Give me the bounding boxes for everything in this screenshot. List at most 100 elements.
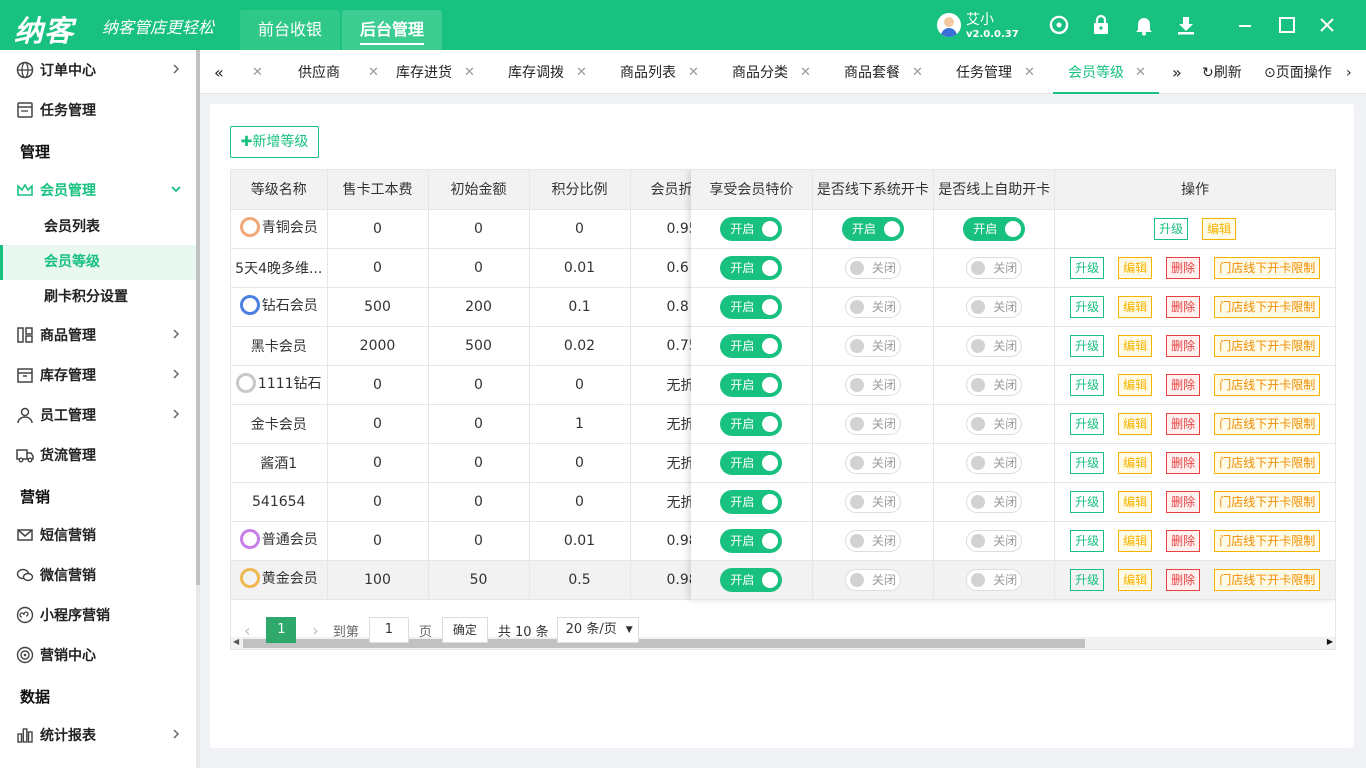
edit-button[interactable]: 编辑: [1118, 256, 1153, 279]
col-member-special[interactable]: 享受会员特价: [691, 170, 813, 210]
sidebar-item-sms-marketing[interactable]: 短信营销: [0, 515, 196, 555]
sidebar-item-order-center[interactable]: 订单中心: [0, 50, 196, 90]
offline-limit-button[interactable]: 门店线下开卡限制: [1214, 568, 1321, 591]
toggle-offline-open[interactable]: 关闭: [844, 295, 901, 318]
sidebar-item-member-management[interactable]: 会员管理: [0, 170, 196, 210]
toggle-member-special[interactable]: 开启: [720, 333, 783, 358]
upgrade-button[interactable]: 升级: [1070, 334, 1105, 357]
sidebar-item-miniprogram-marketing[interactable]: 小程序营销: [0, 595, 196, 635]
delete-button[interactable]: 删除: [1166, 490, 1201, 513]
toggle-member-special[interactable]: 开启: [720, 489, 783, 514]
prev-page-button[interactable]: ‹: [244, 621, 250, 640]
tab-goods-package[interactable]: 商品套餐 ✕: [844, 50, 948, 94]
offline-limit-button[interactable]: 门店线下开卡限制: [1214, 529, 1321, 552]
edit-button[interactable]: 编辑: [1202, 217, 1237, 240]
edit-button[interactable]: 编辑: [1118, 529, 1153, 552]
user-avatar[interactable]: [937, 13, 961, 37]
tab-task-management[interactable]: 任务管理 ✕: [956, 50, 1060, 94]
upgrade-button[interactable]: 升级: [1070, 490, 1105, 513]
delete-button[interactable]: 删除: [1166, 412, 1201, 435]
edit-button[interactable]: 编辑: [1118, 373, 1153, 396]
page-ops-button[interactable]: ⊙页面操作: [1264, 50, 1332, 94]
tabs-scroll-left[interactable]: «: [214, 50, 224, 94]
col-points-ratio[interactable]: 积分比例: [529, 170, 631, 210]
edit-button[interactable]: 编辑: [1118, 490, 1153, 513]
toggle-member-special[interactable]: 开启: [720, 450, 783, 475]
delete-button[interactable]: 删除: [1166, 334, 1201, 357]
page-number-current[interactable]: 1: [266, 617, 297, 643]
minimize-icon[interactable]: [1234, 14, 1256, 36]
offline-limit-button[interactable]: 门店线下开卡限制: [1214, 256, 1321, 279]
offline-limit-button[interactable]: 门店线下开卡限制: [1214, 295, 1321, 318]
tab-member-level[interactable]: 会员等级 ✕: [1053, 50, 1159, 94]
upgrade-button[interactable]: 升级: [1070, 373, 1105, 396]
toggle-online-open[interactable]: 关闭: [966, 295, 1023, 318]
user-name[interactable]: 艾小: [966, 9, 994, 29]
toggle-member-special[interactable]: 开启: [720, 216, 783, 241]
offline-limit-button[interactable]: 门店线下开卡限制: [1214, 334, 1321, 357]
sidebar-item-stock-management[interactable]: 库存管理: [0, 355, 196, 395]
toggle-online-open[interactable]: 关闭: [966, 451, 1023, 474]
tab-stock-in[interactable]: 库存进货 ✕: [396, 50, 500, 94]
upgrade-button[interactable]: 升级: [1070, 529, 1105, 552]
upgrade-button[interactable]: 升级: [1070, 256, 1105, 279]
edit-button[interactable]: 编辑: [1118, 412, 1153, 435]
toggle-member-special[interactable]: 开启: [720, 528, 783, 553]
col-initial-amount[interactable]: 初始金额: [428, 170, 530, 210]
next-page-button[interactable]: ›: [312, 621, 318, 640]
toggle-offline-open[interactable]: 关闭: [844, 373, 901, 396]
tab-goods-category[interactable]: 商品分类 ✕: [732, 50, 836, 94]
toggle-online-open[interactable]: 关闭: [966, 529, 1023, 552]
delete-button[interactable]: 删除: [1166, 295, 1201, 318]
maximize-icon[interactable]: [1276, 14, 1298, 36]
refresh-button[interactable]: ↻刷新: [1202, 50, 1242, 94]
sidebar-item-task-management[interactable]: 任务管理: [0, 90, 196, 130]
sidebar-sub-member-level[interactable]: 会员等级: [0, 245, 196, 280]
upgrade-button[interactable]: 升级: [1070, 568, 1105, 591]
toggle-offline-open[interactable]: 开启: [841, 216, 904, 241]
tab-goods-list[interactable]: 商品列表 ✕: [620, 50, 724, 94]
delete-button[interactable]: 删除: [1166, 568, 1201, 591]
toggle-member-special[interactable]: 开启: [720, 567, 783, 592]
close-icon[interactable]: [1316, 14, 1338, 36]
edit-button[interactable]: 编辑: [1118, 295, 1153, 318]
page-size-select[interactable]: 20 条/页 ▼: [556, 617, 639, 643]
tab-front-cashier[interactable]: 前台收银: [240, 10, 340, 50]
tab-supplier[interactable]: 供应商 ✕: [298, 50, 402, 94]
toggle-offline-open[interactable]: 关闭: [844, 256, 901, 279]
delete-button[interactable]: 删除: [1166, 451, 1201, 474]
delete-button[interactable]: 删除: [1166, 256, 1201, 279]
sidebar-item-staff-management[interactable]: 员工管理: [0, 395, 196, 435]
upgrade-button[interactable]: 升级: [1070, 295, 1105, 318]
add-level-button[interactable]: ✚新增等级: [230, 126, 319, 158]
edit-button[interactable]: 编辑: [1118, 451, 1153, 474]
toggle-offline-open[interactable]: 关闭: [844, 529, 901, 552]
toggle-member-special[interactable]: 开启: [720, 294, 783, 319]
sidebar-item-marketing-center[interactable]: 营销中心: [0, 635, 196, 675]
bell-icon[interactable]: [1133, 14, 1155, 36]
toggle-offline-open[interactable]: 关闭: [844, 412, 901, 435]
lock-icon[interactable]: [1090, 14, 1112, 36]
goto-page-input[interactable]: 1: [368, 617, 409, 643]
goto-confirm-button[interactable]: 确定: [441, 617, 488, 643]
toggle-online-open[interactable]: 关闭: [966, 256, 1023, 279]
upgrade-button[interactable]: 升级: [1070, 412, 1105, 435]
tab-close-hidden[interactable]: ✕: [242, 50, 263, 94]
upgrade-button[interactable]: 升级: [1070, 451, 1105, 474]
col-card-fee[interactable]: 售卡工本费: [327, 170, 429, 210]
tab-back-management[interactable]: 后台管理: [342, 10, 442, 50]
chevron-right-icon[interactable]: ›: [1346, 50, 1352, 94]
sidebar-item-logistics-management[interactable]: 货流管理: [0, 435, 196, 475]
offline-limit-button[interactable]: 门店线下开卡限制: [1214, 451, 1321, 474]
delete-button[interactable]: 删除: [1166, 373, 1201, 396]
sidebar-item-statistics-report[interactable]: 统计报表: [0, 715, 196, 755]
toggle-member-special[interactable]: 开启: [720, 255, 783, 280]
toggle-online-open[interactable]: 开启: [963, 216, 1026, 241]
sidebar-item-goods-management[interactable]: 商品管理: [0, 315, 196, 355]
toggle-offline-open[interactable]: 关闭: [844, 568, 901, 591]
toggle-online-open[interactable]: 关闭: [966, 412, 1023, 435]
download-icon[interactable]: [1175, 14, 1197, 36]
toggle-offline-open[interactable]: 关闭: [844, 451, 901, 474]
tab-stock-transfer[interactable]: 库存调拨 ✕: [508, 50, 612, 94]
tabs-scroll-right[interactable]: »: [1172, 50, 1182, 94]
